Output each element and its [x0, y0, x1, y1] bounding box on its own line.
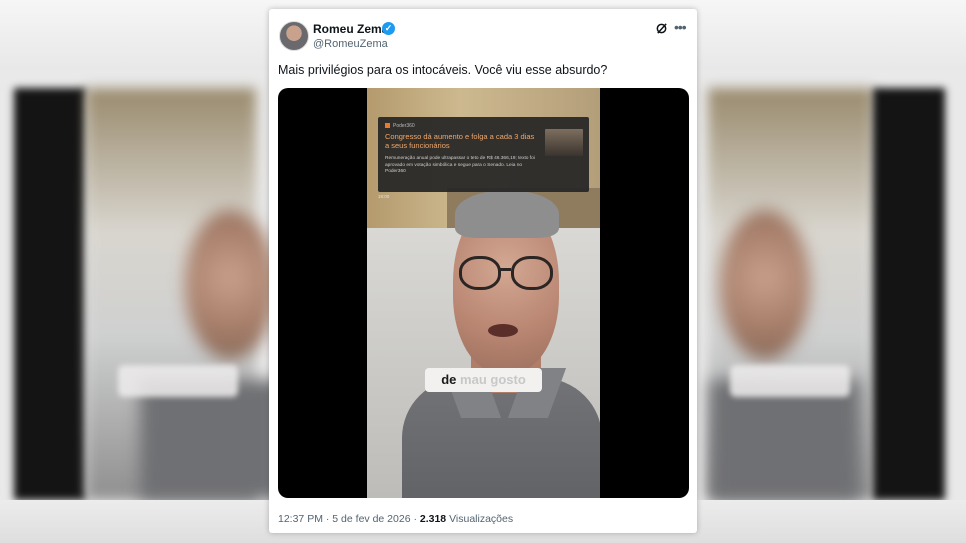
views-label: Visualizações	[449, 513, 514, 525]
video-caption: de mau gosto	[425, 368, 542, 392]
background-left-face	[185, 210, 275, 360]
meta-separator: ·	[325, 513, 330, 525]
caption-word-1: de	[441, 372, 457, 387]
video-person-mouth	[488, 324, 518, 337]
tweet-time[interactable]: 12:37 PM	[278, 513, 323, 525]
meta-separator-2: ·	[413, 513, 417, 525]
background-left-black-bar	[14, 88, 86, 500]
more-options-icon[interactable]: •••	[674, 19, 687, 35]
news-time: 18:00	[378, 194, 390, 199]
avatar[interactable]	[279, 21, 309, 51]
tweet-video[interactable]: Poder360 Congresso dá aumento e folga a …	[278, 88, 689, 498]
background-right-shirt	[710, 380, 860, 500]
background-left-shirt	[140, 380, 280, 500]
author-name[interactable]: Romeu Zema	[313, 22, 388, 36]
tweet-date[interactable]: 5 de fev de 2026	[332, 513, 410, 525]
video-person-hair	[455, 190, 559, 238]
video-person-shirt	[402, 378, 600, 498]
news-body: Remuneração anual pode ultrapassar o tet…	[385, 156, 535, 174]
caption-word-2: mau gosto	[460, 372, 526, 387]
views-count: 2.318	[419, 513, 447, 525]
video-person-glasses-right	[511, 256, 553, 290]
tweet-text: Mais privilégios para os intocáveis. Voc…	[278, 63, 608, 77]
news-headline: Congresso dá aumento e folga a cada 3 di…	[385, 132, 535, 150]
video-frame: Poder360 Congresso dá aumento e folga a …	[367, 88, 600, 498]
background-right-black-bar	[873, 88, 945, 500]
grok-icon[interactable]	[655, 22, 668, 35]
news-overlay: Poder360 Congresso dá aumento e folga a …	[378, 117, 589, 192]
video-person-glasses-left	[459, 256, 501, 290]
verified-badge-icon: ✓	[382, 22, 395, 35]
news-source: Poder360	[385, 123, 415, 129]
tweet-meta: 12:37 PM · 5 de fev de 2026 · 2.318 Visu…	[278, 513, 513, 525]
background-right-face	[720, 210, 810, 360]
background-right-caption	[730, 365, 850, 397]
video-person-glasses-bridge	[498, 268, 511, 271]
author-handle[interactable]: @RomeuZema	[313, 38, 388, 50]
tweet-card[interactable]: Romeu Zema ✓ @RomeuZema ••• Mais privilé…	[269, 9, 697, 533]
background-left-caption	[118, 365, 238, 397]
news-thumbnail	[545, 129, 583, 156]
